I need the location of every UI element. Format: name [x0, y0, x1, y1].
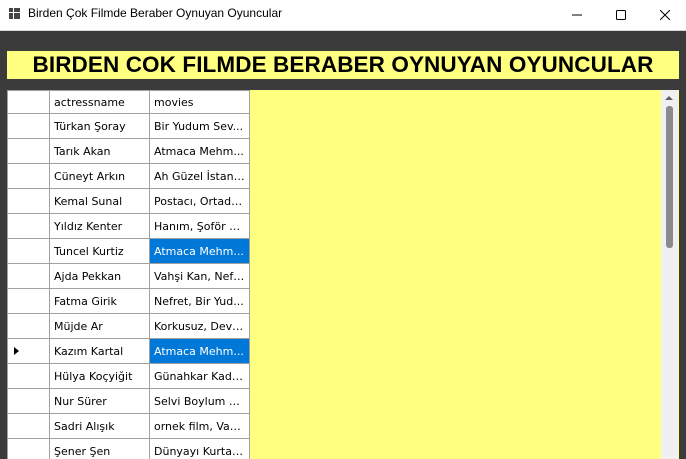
table-row[interactable]: Şener Şen Dünyayı Kurtar...: [7, 438, 250, 459]
row-header[interactable]: [7, 138, 50, 164]
row-header[interactable]: [7, 213, 50, 239]
app-icon: [9, 8, 20, 19]
column-header-actressname[interactable]: actressname: [49, 90, 150, 114]
cell-actressname[interactable]: Ajda Pekkan: [49, 263, 150, 289]
cell-actressname[interactable]: Fatma Girik: [49, 288, 150, 314]
cell-actressname[interactable]: Yıldız Kenter: [49, 213, 150, 239]
column-header-movies[interactable]: movies: [149, 90, 250, 114]
cell-actressname[interactable]: Türkan Şoray: [49, 113, 150, 139]
table-row[interactable]: Nur Sürer Selvi Boylum Al...: [7, 388, 250, 414]
cell-movies[interactable]: Korkusuz, Devle...: [149, 313, 250, 339]
cell-actressname[interactable]: Şener Şen: [49, 438, 150, 459]
row-header[interactable]: [7, 363, 50, 389]
row-header[interactable]: [7, 388, 50, 414]
actors-data-grid[interactable]: actressname movies Türkan Şoray Bir Yudum…: [7, 90, 679, 459]
vertical-scrollbar[interactable]: [661, 90, 678, 459]
row-header[interactable]: [7, 313, 50, 339]
grid-corner-header[interactable]: [7, 90, 50, 114]
cell-movies[interactable]: Atmaca Mehm...: [149, 238, 250, 264]
cell-movies[interactable]: Atmaca Mehm...: [149, 338, 250, 364]
table-row[interactable]: Kazım Kartal Atmaca Mehm...: [7, 338, 250, 364]
current-row-pointer-icon: [14, 347, 19, 355]
table-row[interactable]: Fatma Girik Nefret, Bir Yud...: [7, 288, 250, 314]
cell-movies[interactable]: Hanım, Şoför D...: [149, 213, 250, 239]
row-header[interactable]: [7, 438, 50, 459]
cell-actressname[interactable]: Hülya Koçyiğit: [49, 363, 150, 389]
row-header[interactable]: [7, 163, 50, 189]
table-row[interactable]: Ajda Pekkan Vahşi Kan, Nefr...: [7, 263, 250, 289]
cell-movies[interactable]: Bir Yudum Sev...: [149, 113, 250, 139]
table-row[interactable]: Müjde Ar Korkusuz, Devle...: [7, 313, 250, 339]
table-row[interactable]: Türkan Şoray Bir Yudum Sev...: [7, 113, 250, 139]
cell-movies[interactable]: ornek film, Vah...: [149, 413, 250, 439]
page-title: BIRDEN COK FILMDE BERABER OYNUYAN OYUNCU…: [7, 51, 679, 79]
title-bar: Birden Çok Filmde Beraber Oynuyan Oyuncu…: [0, 0, 686, 31]
window-title: Birden Çok Filmde Beraber Oynuyan Oyuncu…: [28, 6, 283, 20]
minimize-icon: [572, 14, 582, 16]
table-row[interactable]: Kemal Sunal Postacı, Ortadir...: [7, 188, 250, 214]
row-header[interactable]: [7, 263, 50, 289]
table-row[interactable]: Hülya Koçyiğit Günahkar Kadı...: [7, 363, 250, 389]
cell-actressname[interactable]: Sadri Alışık: [49, 413, 150, 439]
table-row[interactable]: Sadri Alışık ornek film, Vah...: [7, 413, 250, 439]
cell-movies[interactable]: Nefret, Bir Yud...: [149, 288, 250, 314]
row-header[interactable]: [7, 188, 50, 214]
table-row[interactable]: Yıldız Kenter Hanım, Şoför D...: [7, 213, 250, 239]
cell-movies[interactable]: Selvi Boylum Al...: [149, 388, 250, 414]
table-row[interactable]: Tuncel Kurtiz Atmaca Mehm...: [7, 238, 250, 264]
table-row[interactable]: Tarık Akan Atmaca Mehm...: [7, 138, 250, 164]
scrollbar-thumb[interactable]: [666, 106, 673, 248]
scroll-up-arrow-icon[interactable]: [665, 96, 673, 100]
cell-movies[interactable]: Ah Güzel İstanb...: [149, 163, 250, 189]
cell-movies[interactable]: Atmaca Mehm...: [149, 138, 250, 164]
close-button[interactable]: [642, 0, 686, 30]
cell-actressname[interactable]: Müjde Ar: [49, 313, 150, 339]
cell-movies[interactable]: Dünyayı Kurtar...: [149, 438, 250, 459]
row-header[interactable]: [7, 113, 50, 139]
cell-movies[interactable]: Vahşi Kan, Nefr...: [149, 263, 250, 289]
cell-actressname[interactable]: Kemal Sunal: [49, 188, 150, 214]
maximize-button[interactable]: [598, 0, 644, 30]
row-header[interactable]: [7, 338, 50, 364]
row-header[interactable]: [7, 238, 50, 264]
table-row[interactable]: Cüneyt Arkın Ah Güzel İstanb...: [7, 163, 250, 189]
grid-table: actressname movies Türkan Şoray Bir Yudum…: [7, 90, 250, 459]
grid-header-row: actressname movies: [7, 90, 250, 114]
minimize-button[interactable]: [554, 0, 600, 30]
cell-movies[interactable]: Günahkar Kadı...: [149, 363, 250, 389]
cell-actressname[interactable]: Tarık Akan: [49, 138, 150, 164]
cell-actressname[interactable]: Kazım Kartal: [49, 338, 150, 364]
cell-movies[interactable]: Postacı, Ortadir...: [149, 188, 250, 214]
maximize-icon: [616, 10, 626, 20]
form-client-area: BIRDEN COK FILMDE BERABER OYNUYAN OYUNCU…: [0, 31, 686, 459]
close-icon: [660, 10, 670, 20]
cell-actressname[interactable]: Tuncel Kurtiz: [49, 238, 150, 264]
row-header[interactable]: [7, 413, 50, 439]
row-header[interactable]: [7, 288, 50, 314]
cell-actressname[interactable]: Nur Sürer: [49, 388, 150, 414]
cell-actressname[interactable]: Cüneyt Arkın: [49, 163, 150, 189]
